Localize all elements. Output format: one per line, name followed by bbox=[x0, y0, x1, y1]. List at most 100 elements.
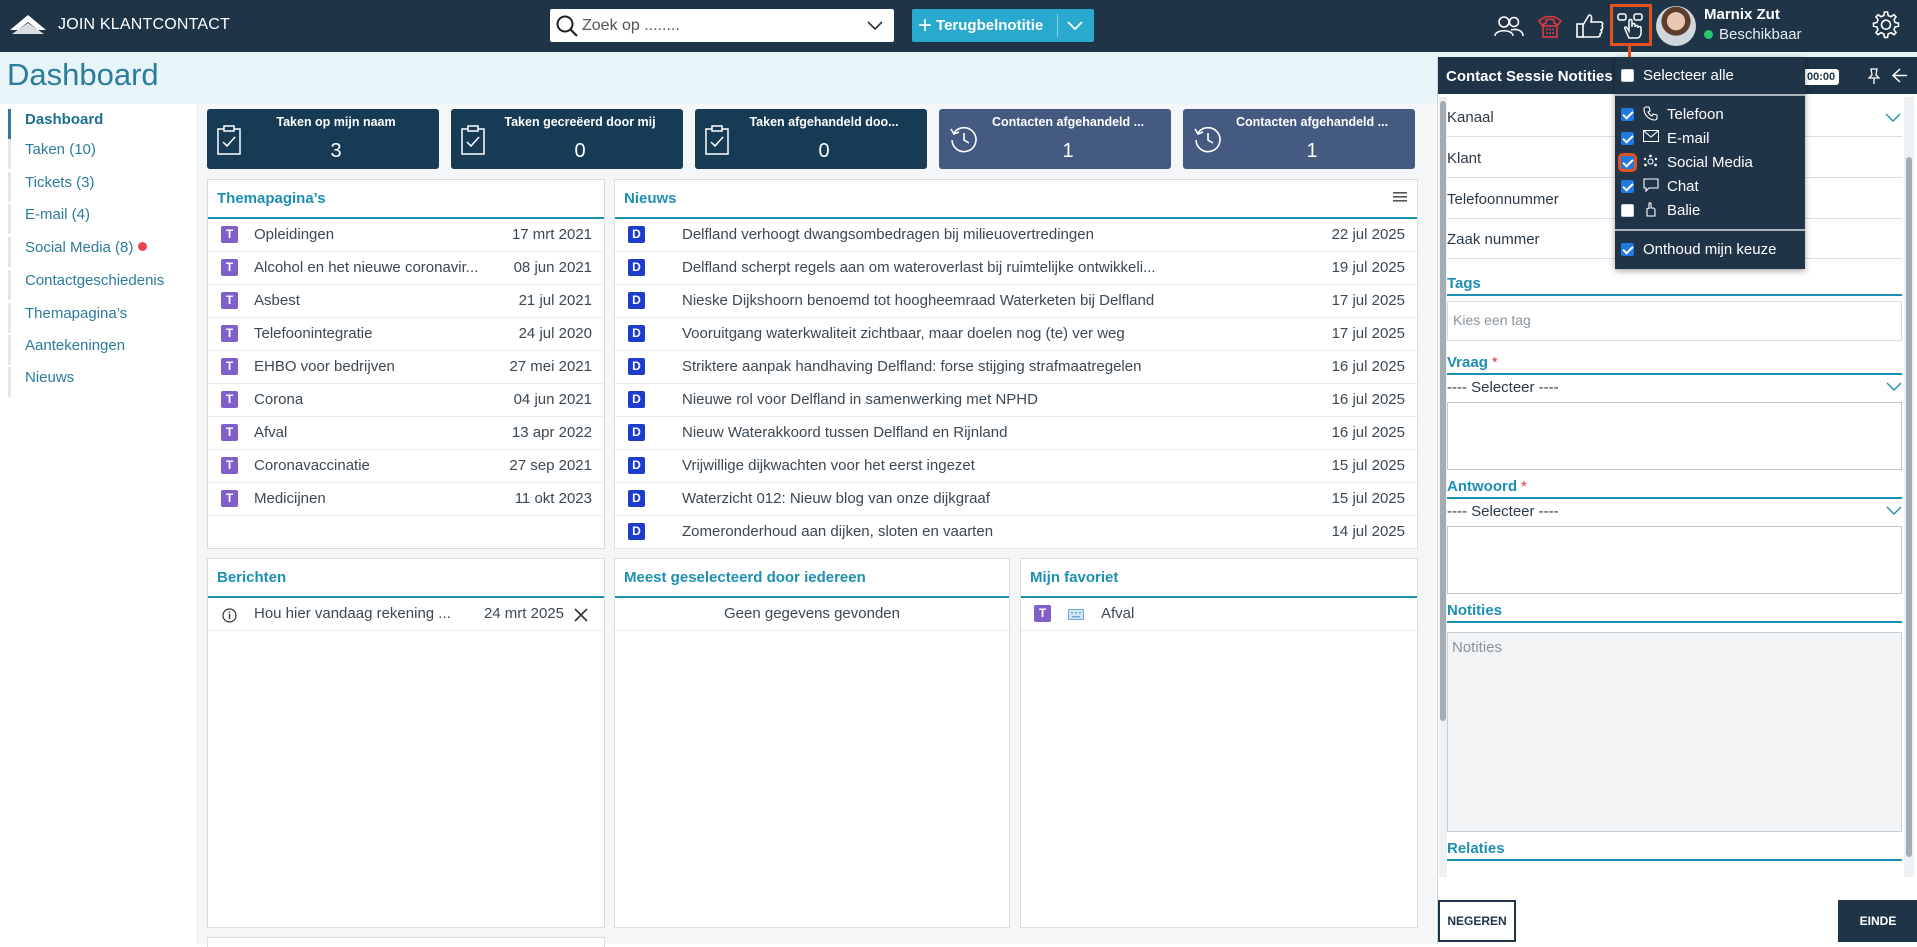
tile-contacten-afgehandeld-1[interactable]: Contacten afgehandeld ... 1 bbox=[939, 109, 1171, 169]
chevron-down-icon[interactable] bbox=[866, 17, 884, 33]
antwoord-select[interactable]: ---- Selecteer ---- bbox=[1447, 503, 1902, 523]
list-item[interactable]: T Alcohol en het nieuwe coronavir... 08 ju… bbox=[208, 252, 604, 285]
clipboard-check-icon bbox=[461, 125, 485, 155]
scrollbar-thumb[interactable] bbox=[1906, 157, 1912, 857]
channel-option-balie[interactable]: Balie bbox=[1615, 199, 1805, 221]
list-item[interactable]: T Coronavaccinatie 27 sep 2021 bbox=[208, 450, 604, 483]
channel-checkbox[interactable] bbox=[1621, 132, 1634, 145]
item-title: Nieske Dijkshoorn benoemd tot hoogheemra… bbox=[682, 292, 1155, 309]
antwoord-select-value: ---- Selecteer ---- bbox=[1447, 503, 1559, 520]
list-item[interactable]: T Telefoonintegratie 24 jul 2020 bbox=[208, 318, 604, 351]
contacts-icon[interactable] bbox=[1492, 9, 1526, 43]
list-item[interactable]: T EHBO voor bedrijven 27 mei 2021 bbox=[208, 351, 604, 384]
item-title: EHBO voor bedrijven bbox=[254, 358, 395, 375]
end-button[interactable]: EINDE bbox=[1838, 900, 1917, 942]
field-label-zaak-nummer[interactable]: Zaak nummer bbox=[1447, 231, 1540, 248]
sidebar-item-tickets[interactable]: Tickets (3) bbox=[8, 172, 194, 202]
list-item[interactable]: T Afval 13 apr 2022 bbox=[208, 417, 604, 450]
sidebar-item-social-media[interactable]: Social Media (8) bbox=[8, 237, 194, 267]
sidebar-item-label: E-mail (4) bbox=[25, 206, 91, 223]
list-item[interactable]: D Striktere aanpak handhaving Delfland: f… bbox=[615, 351, 1417, 384]
list-item[interactable]: D Zomeronderhoud aan dijken, sloten en va… bbox=[615, 516, 1417, 549]
user-info[interactable]: Marnix Zut Beschikbaar bbox=[1704, 6, 1802, 43]
channel-option-chat[interactable]: Chat bbox=[1615, 175, 1805, 197]
channel-checkbox[interactable] bbox=[1621, 180, 1634, 193]
chevron-down-icon[interactable] bbox=[1066, 17, 1084, 33]
sidebar-item-aantekeningen[interactable]: Aantekeningen bbox=[8, 335, 194, 365]
channel-checkbox[interactable] bbox=[1621, 108, 1634, 121]
gear-icon[interactable] bbox=[1870, 9, 1902, 45]
phone-hangup-icon[interactable] bbox=[1533, 9, 1567, 43]
scrollbar[interactable] bbox=[1439, 97, 1447, 877]
field-label-klant[interactable]: Klant bbox=[1447, 150, 1481, 167]
channel-option-email[interactable]: E-mail bbox=[1615, 127, 1805, 149]
thumbs-up-icon[interactable] bbox=[1573, 9, 1607, 43]
search-box[interactable] bbox=[550, 9, 894, 42]
select-all-option[interactable]: Selecteer alle bbox=[1615, 64, 1805, 86]
sidebar-item-nieuws[interactable]: Nieuws bbox=[8, 367, 194, 397]
channel-checkbox[interactable] bbox=[1621, 204, 1634, 217]
remember-checkbox[interactable] bbox=[1621, 243, 1634, 256]
scrollbar[interactable] bbox=[1904, 97, 1914, 877]
select-all-checkbox[interactable] bbox=[1621, 69, 1634, 82]
new-callback-note-button[interactable]: + Terugbelnotitie bbox=[912, 9, 1094, 42]
sidebar-item-email[interactable]: E-mail (4) bbox=[8, 204, 194, 234]
sidebar-item-themapaginas[interactable]: Themapagina’s bbox=[8, 303, 194, 333]
arrow-left-icon[interactable] bbox=[1892, 68, 1908, 83]
thema-badge: T bbox=[221, 358, 238, 375]
tile-taken-gecreeerd[interactable]: Taken gecreëerd door mij 0 bbox=[451, 109, 683, 169]
channel-label: Balie bbox=[1667, 201, 1701, 219]
tile-contacten-afgehandeld-2[interactable]: Contacten afgehandeld ... 1 bbox=[1183, 109, 1415, 169]
vraag-select[interactable]: ---- Selecteer ---- bbox=[1447, 379, 1902, 399]
tag-input[interactable]: Kies een tag bbox=[1447, 301, 1902, 341]
channel-select-icon[interactable] bbox=[1610, 4, 1652, 46]
list-item[interactable]: D Vrijwillige dijkwachten voor het eerst … bbox=[615, 450, 1417, 483]
section-divider bbox=[1447, 859, 1902, 861]
list-item[interactable]: D Vooruitgang waterkwaliteit zichtbaar, m… bbox=[615, 318, 1417, 351]
vraag-textarea[interactable] bbox=[1447, 402, 1902, 470]
tile-title: Contacten afgehandeld ... bbox=[1235, 115, 1389, 129]
sidebar-item-contactgeschiedenis[interactable]: Contactgeschiedenis bbox=[8, 270, 194, 300]
item-title: Delfland scherpt regels aan om waterover… bbox=[682, 259, 1156, 276]
remember-choice-option[interactable]: Onthoud mijn keuze bbox=[1615, 238, 1805, 260]
antwoord-textarea[interactable] bbox=[1447, 526, 1902, 594]
list-item[interactable]: T Corona 04 jun 2021 bbox=[208, 384, 604, 417]
notities-textarea[interactable]: Notities bbox=[1447, 632, 1902, 832]
sidebar-item-taken[interactable]: Taken (10) bbox=[8, 139, 194, 169]
list-item[interactable]: T Medicijnen 11 okt 2023 bbox=[208, 483, 604, 516]
app-logo[interactable]: JOIN KLANTCONTACT bbox=[8, 12, 230, 38]
list-item[interactable]: D Delfland scherpt regels aan om waterove… bbox=[615, 252, 1417, 285]
channel-option-telefoon[interactable]: Telefoon bbox=[1615, 103, 1805, 125]
channel-label: E-mail bbox=[1667, 129, 1710, 147]
item-date: 21 jul 2021 bbox=[518, 292, 592, 309]
channel-option-social-media[interactable]: Social Media bbox=[1615, 151, 1805, 173]
chevron-down-icon[interactable] bbox=[1885, 113, 1901, 123]
thema-badge: T bbox=[221, 457, 238, 474]
list-item[interactable]: T Asbest 21 jul 2021 bbox=[208, 285, 604, 318]
pin-icon[interactable] bbox=[1868, 68, 1880, 85]
field-label-telefoonnummer[interactable]: Telefoonnummer bbox=[1447, 191, 1559, 208]
list-item[interactable]: D Nieske Dijkshoorn benoemd tot hoogheemr… bbox=[615, 285, 1417, 318]
chevron-down-icon bbox=[1886, 382, 1902, 391]
scrollbar-thumb[interactable] bbox=[1440, 101, 1446, 721]
list-item[interactable]: D Nieuwe rol voor Delfland in samenwerkin… bbox=[615, 384, 1417, 417]
search-input[interactable] bbox=[582, 16, 852, 35]
list-item[interactable]: Hou hier vandaag rekening ... 24 mrt 202… bbox=[208, 598, 604, 631]
list-item[interactable]: D Waterzicht 012: Nieuw blog van onze dij… bbox=[615, 483, 1417, 516]
section-divider bbox=[1447, 373, 1902, 375]
sidebar-item-dashboard[interactable]: Dashboard bbox=[8, 109, 194, 139]
ignore-button[interactable]: NEGEREN bbox=[1438, 900, 1516, 942]
list-item[interactable]: D Delfland verhoogt dwangsombedragen bij … bbox=[615, 219, 1417, 252]
close-icon[interactable] bbox=[574, 608, 588, 622]
list-item[interactable]: T Afval bbox=[1021, 598, 1417, 631]
app-name: JOIN KLANTCONTACT bbox=[58, 16, 231, 33]
panel-title: Mijn favoriet bbox=[1030, 569, 1119, 586]
list-item[interactable]: D Nieuw Waterakkoord tussen Delfland en R… bbox=[615, 417, 1417, 450]
tile-taken-op-mijn-naam[interactable]: Taken op mijn naam 3 bbox=[207, 109, 439, 169]
menu-icon[interactable] bbox=[1393, 192, 1407, 202]
list-item[interactable]: T Opleidingen 17 mrt 2021 bbox=[208, 219, 604, 252]
channel-checkbox[interactable] bbox=[1618, 153, 1637, 172]
tile-taken-afgehandeld[interactable]: Taken afgehandeld doo... 0 bbox=[695, 109, 927, 169]
thema-badge: T bbox=[221, 226, 238, 243]
avatar[interactable] bbox=[1656, 6, 1696, 46]
